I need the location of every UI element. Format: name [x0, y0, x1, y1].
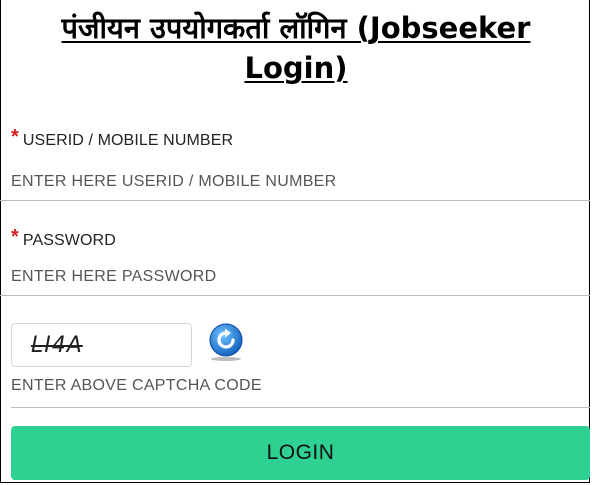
captcha-input-underline — [11, 407, 590, 408]
password-label: * PASSWORD — [11, 226, 116, 251]
login-button[interactable]: LOGIN — [11, 426, 590, 480]
page-title: पंजीयन उपयोगकर्ता लॉगिन (Jobseeker Login… — [0, 8, 592, 88]
refresh-icon — [209, 323, 243, 361]
password-label-text: PASSWORD — [22, 232, 116, 249]
captcha-code: LI4A — [31, 333, 83, 358]
userid-input[interactable] — [0, 163, 590, 201]
userid-label: * USERID / MOBILE NUMBER — [11, 126, 234, 151]
userid-label-text: USERID / MOBILE NUMBER — [22, 132, 234, 149]
required-mark: * — [11, 126, 19, 148]
captcha-input-hint[interactable]: ENTER ABOVE CAPTCHA CODE — [11, 377, 262, 395]
captcha-image: LI4A — [11, 323, 192, 367]
page-title-line1: पंजीयन उपयोगकर्ता लॉगिन (Jobseeker — [61, 11, 531, 45]
password-input[interactable] — [0, 259, 590, 296]
required-mark: * — [11, 226, 19, 248]
captcha-refresh-button[interactable] — [208, 322, 244, 362]
page-title-line2: Login) — [244, 51, 348, 85]
